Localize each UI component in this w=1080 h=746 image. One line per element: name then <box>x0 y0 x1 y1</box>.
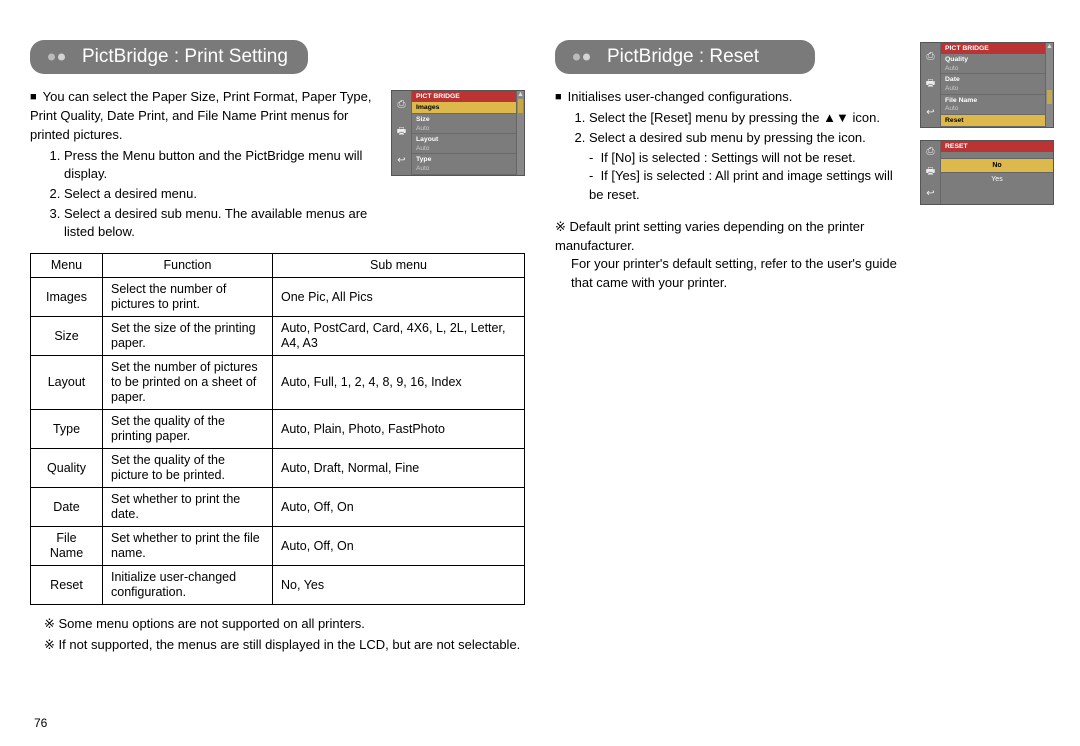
page-number: 76 <box>34 716 47 730</box>
lcd-icon-back: ↩ <box>921 183 940 204</box>
section-heading-print-setting: PictBridge : Print Setting <box>30 40 308 74</box>
bullet-icon: ■ <box>30 91 37 103</box>
th-function: Function <box>103 254 273 278</box>
lcd-item-images: Images <box>412 102 524 114</box>
reset-step-2: Select a desired sub menu by pressing th… <box>589 129 910 147</box>
right-column: PictBridge : Reset ⎙ 🖶 ↩ PICT BRIDGE Qua… <box>555 40 1050 657</box>
lcd-item-date: DateAuto <box>941 74 1053 94</box>
footnotes: ※ Some menu options are not supported on… <box>30 615 525 655</box>
table-header-row: Menu Function Sub menu <box>31 254 525 278</box>
lcd-title: PICT BRIDGE <box>412 91 524 102</box>
lcd-icon-print: 🖶 <box>921 162 940 183</box>
note-marker-icon: ※ <box>44 616 59 631</box>
scroll-thumb <box>518 99 523 113</box>
lcd-icon-play: ⎙ <box>392 91 411 119</box>
left-column: PictBridge : Print Setting ■You can sele… <box>30 40 525 657</box>
reset-steps: Select the [Reset] menu by pressing the … <box>555 109 910 147</box>
lcd-reset-title: RESET <box>941 141 1053 152</box>
lcd-icon-back: ↩ <box>392 147 411 175</box>
th-submenu: Sub menu <box>273 254 525 278</box>
lcd-reset-submenu: ⎙ 🖶 ↩ RESET No Yes <box>920 140 1054 205</box>
table-row: File NameSet whether to print the file n… <box>31 527 525 566</box>
subnote-no: - If [No] is selected : Settings will no… <box>589 149 910 167</box>
lcd-item-reset: Reset <box>941 115 1053 127</box>
lcd-icon-play: ⎙ <box>921 141 940 162</box>
lcd-scrollbar: ▲ <box>516 91 524 175</box>
step-2: Select a desired menu. <box>64 185 379 203</box>
note-text: Some menu options are not supported on a… <box>59 616 365 631</box>
default-note: Default print setting varies depending o… <box>555 219 864 253</box>
lcd-item-layout: LayoutAuto <box>412 134 524 154</box>
lcd-item-quality: QualityAuto <box>941 54 1053 74</box>
th-menu: Menu <box>31 254 103 278</box>
table-row: SizeSet the size of the printing paper.A… <box>31 317 525 356</box>
lcd-pictbridge-reset-menu: ⎙ 🖶 ↩ PICT BRIDGE QualityAuto DateAuto F… <box>920 42 1054 128</box>
lcd-scrollbar: ▲ <box>1045 43 1053 127</box>
table-row: DateSet whether to print the date.Auto, … <box>31 488 525 527</box>
steps-list: Press the Menu button and the PictBridge… <box>30 147 379 242</box>
lcd-option-no: No <box>941 158 1053 172</box>
note-marker-icon: ※ <box>555 219 570 234</box>
section-heading-reset: PictBridge : Reset <box>555 40 815 74</box>
table-row: TypeSet the quality of the printing pape… <box>31 410 525 449</box>
table-row: LayoutSet the number of pictures to be p… <box>31 356 525 410</box>
scroll-up-icon: ▲ <box>517 91 524 98</box>
right-lcd-stack: ⎙ 🖶 ↩ PICT BRIDGE QualityAuto DateAuto F… <box>916 40 1050 217</box>
intro-text: You can select the Paper Size, Print For… <box>30 89 371 142</box>
step-3: Select a desired sub menu. The available… <box>64 205 379 241</box>
lcd-pictbridge-menu: ⎙ 🖶 ↩ PICT BRIDGE Images SizeAuto Layout… <box>391 90 525 176</box>
bullet-icon: ■ <box>555 91 562 103</box>
scroll-thumb <box>1047 90 1052 104</box>
intro-block: ■You can select the Paper Size, Print Fo… <box>30 88 379 243</box>
lcd-icon-back: ↩ <box>921 99 940 127</box>
lcd-icon-play: ⎙ <box>921 43 940 71</box>
lcd-item-type: TypeAuto <box>412 154 524 174</box>
scroll-up-icon: ▲ <box>1046 43 1053 50</box>
note-marker-icon: ※ <box>44 637 59 652</box>
lcd-title: PICT BRIDGE <box>941 43 1053 54</box>
menu-table: Menu Function Sub menu ImagesSelect the … <box>30 253 525 605</box>
reset-step-1: Select the [Reset] menu by pressing the … <box>589 109 910 127</box>
lcd-option-yes: Yes <box>941 172 1053 186</box>
lcd-item-size: SizeAuto <box>412 114 524 134</box>
reset-intro: Initialises user-changed configurations. <box>568 89 793 104</box>
subnote-yes: - If [Yes] is selected : All print and i… <box>589 167 910 203</box>
table-row: ResetInitialize user-changed configurati… <box>31 566 525 605</box>
note-text: If not supported, the menus are still di… <box>59 637 521 652</box>
step-1: Press the Menu button and the PictBridge… <box>64 147 379 183</box>
lcd-icon-print: 🖶 <box>392 119 411 147</box>
reset-subnotes: - If [No] is selected : Settings will no… <box>555 149 910 204</box>
lcd-item-filename: File NameAuto <box>941 95 1053 115</box>
table-row: ImagesSelect the number of pictures to p… <box>31 278 525 317</box>
table-row: QualitySet the quality of the picture to… <box>31 449 525 488</box>
lcd-icon-print: 🖶 <box>921 71 940 99</box>
default-note-2: For your printer's default setting, refe… <box>555 255 910 293</box>
